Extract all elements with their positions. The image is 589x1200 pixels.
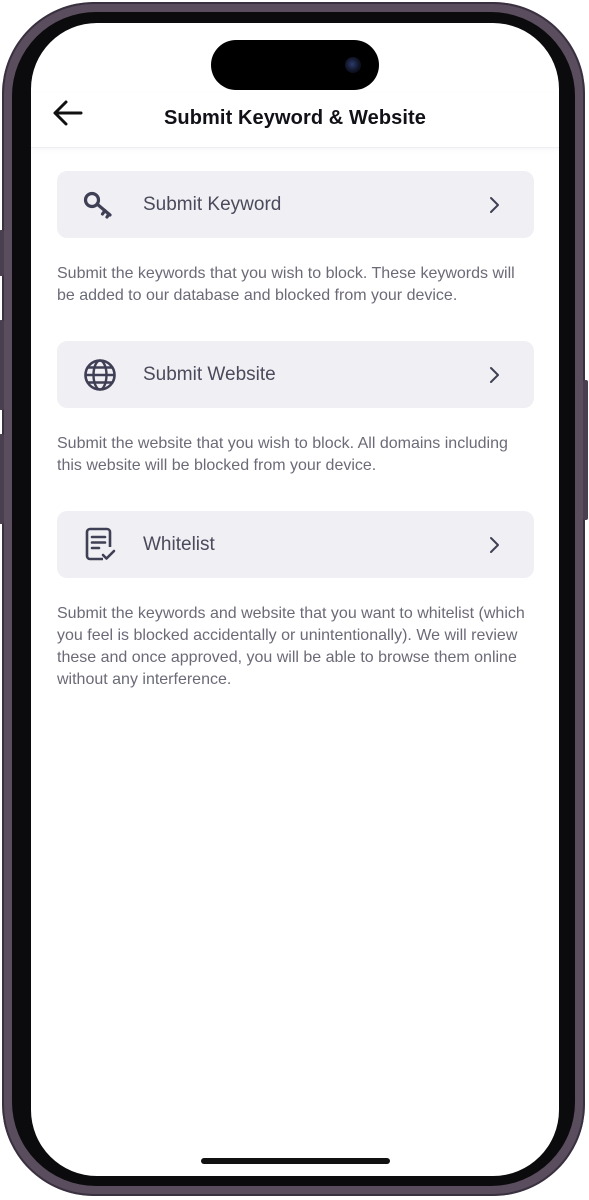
submit-website-label: Submit Website	[143, 363, 276, 385]
submit-keyword-label: Submit Keyword	[143, 193, 282, 215]
whitelist-label: Whitelist	[143, 533, 215, 555]
chevron-right-icon	[490, 197, 499, 213]
chevron-right-icon	[490, 537, 499, 553]
power-button	[583, 380, 588, 520]
submit-website-description: Submit the website that you wish to bloc…	[57, 435, 508, 474]
volume-up-button	[0, 320, 4, 410]
whitelist-description: Submit the keywords and website that you…	[57, 605, 525, 688]
submit-keyword-button[interactable]: Submit Keyword	[57, 171, 534, 238]
submit-keyword-description: Submit the keywords that you wish to blo…	[57, 265, 515, 304]
home-indicator[interactable]	[201, 1158, 390, 1164]
whitelist-button[interactable]: Whitelist	[57, 511, 534, 578]
options-list: Submit Keyword Submit the keywords that …	[57, 171, 534, 691]
key-icon	[83, 188, 117, 222]
globe-icon	[83, 358, 117, 392]
header: Submit Keyword & Website	[31, 93, 559, 148]
checklist-document-icon	[83, 527, 117, 562]
screen: Submit Keyword & Website Submit Keyword …	[31, 23, 559, 1176]
volume-down-button	[0, 434, 4, 524]
camera-icon	[345, 57, 361, 73]
page-title: Submit Keyword & Website	[163, 107, 427, 129]
action-button	[0, 230, 4, 276]
dynamic-island	[211, 40, 379, 90]
chevron-right-icon	[490, 367, 499, 383]
submit-website-button[interactable]: Submit Website	[57, 341, 534, 408]
